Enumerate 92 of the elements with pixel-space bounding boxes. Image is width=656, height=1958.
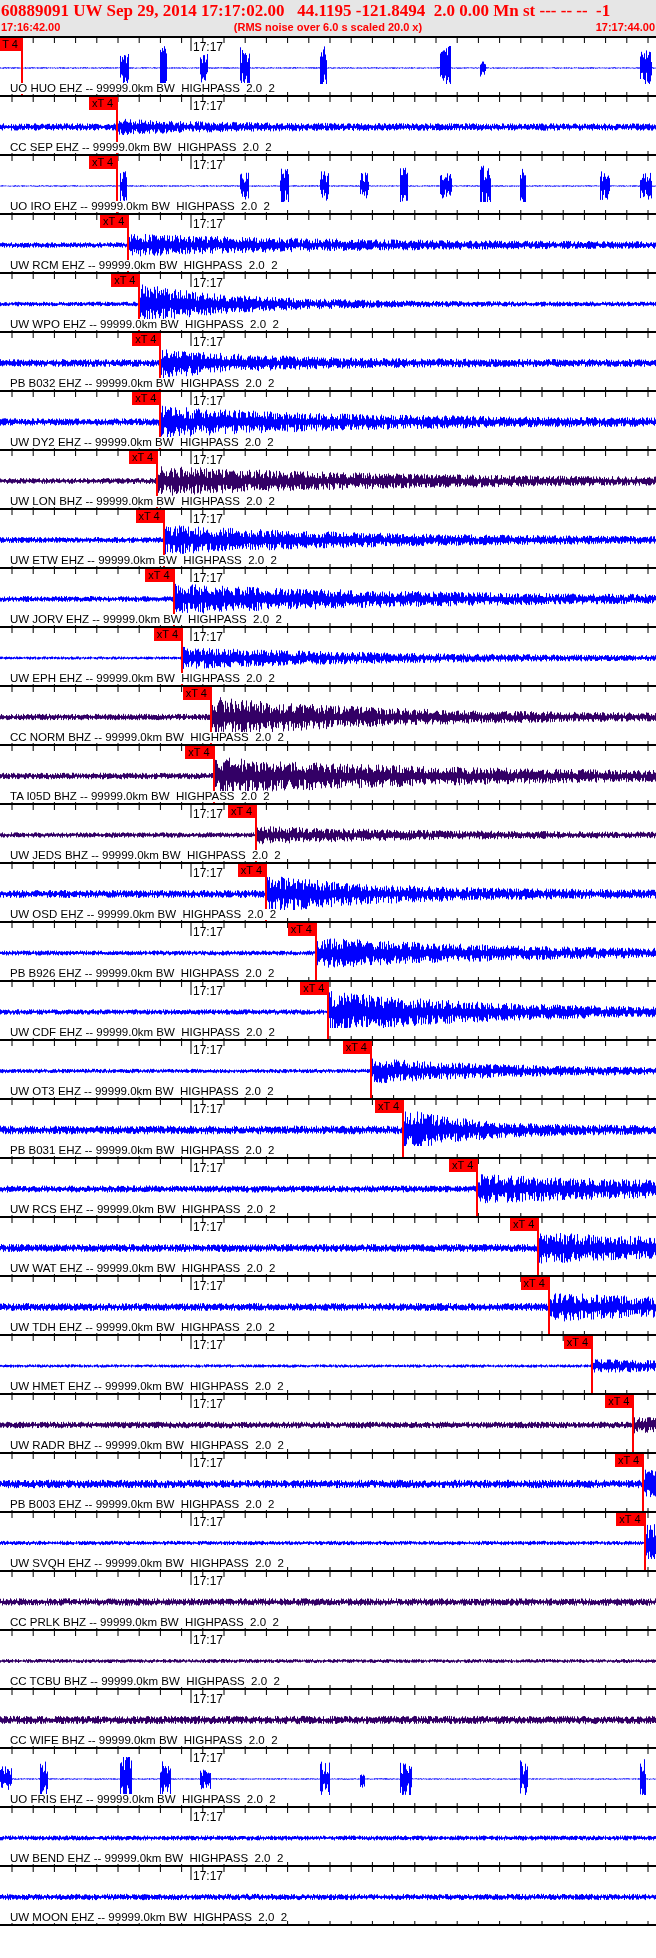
trace-label: CC TCBU BHZ -- 99999.0km BW HIGHPASS 2.0 2 bbox=[10, 1675, 280, 1687]
trace-label: UW OT3 EHZ -- 99999.0km BW HIGHPASS 2.0 2 bbox=[10, 1085, 274, 1097]
pick-label: xT 4 bbox=[520, 1277, 548, 1290]
pick-label: xT 4 bbox=[135, 510, 163, 523]
time-mark: 17:17 bbox=[193, 631, 224, 643]
pick-label: xT 4 bbox=[605, 1395, 633, 1408]
trace-label: UW RCM EHZ -- 99999.0km BW HIGHPASS 2.0 2 bbox=[10, 259, 278, 271]
pick-label: xT 4 bbox=[449, 1159, 477, 1172]
trace-label: UW JEDS BHZ -- 99999.0km BW HIGHPASS 2.0 2 bbox=[10, 849, 281, 861]
trace-label: UO IRO EHZ -- 99999.0km BW HIGHPASS 2.0 2 bbox=[10, 200, 270, 212]
time-mark: 17:17 bbox=[193, 1398, 224, 1410]
trace-label: PB B926 EHZ -- 99999.0km BW HIGHPASS 2.0 2 bbox=[10, 967, 275, 979]
scale-note: (RMS noise over 6.0 s scaled 20.0 x) bbox=[233, 21, 423, 34]
time-mark: 17:17 bbox=[193, 926, 224, 938]
pick-label: xT 4 bbox=[145, 569, 173, 582]
trace-label: PB B032 EHZ -- 99999.0km BW HIGHPASS 2.0 2 bbox=[10, 377, 275, 389]
trace-label: UW CDF EHZ -- 99999.0km BW HIGHPASS 2.0 2 bbox=[10, 1026, 275, 1038]
trace-label: CC PRLK BHZ -- 99999.0km BW HIGHPASS 2.0 2 bbox=[10, 1616, 279, 1628]
time-mark: 17:17 bbox=[193, 100, 224, 112]
time-mark: 17:17 bbox=[193, 1457, 224, 1469]
time-mark: 17:17 bbox=[193, 1575, 224, 1587]
time-mark: 17:17 bbox=[193, 1103, 224, 1115]
end-time: 17:17:44.00 bbox=[595, 21, 655, 34]
trace-label: UW EPH EHZ -- 99999.0km BW HIGHPASS 2.0 2 bbox=[10, 672, 275, 684]
time-mark: 17:17 bbox=[193, 218, 224, 230]
pick-label: xT 4 bbox=[510, 1218, 538, 1231]
pick-label: xT 4 bbox=[374, 1100, 403, 1113]
pick-label: xT 4 bbox=[111, 274, 139, 287]
trace-label: CC NORM BHZ -- 99999.0km BW HIGHPASS 2.0 2 bbox=[10, 731, 284, 743]
pick-label: xT 4 bbox=[342, 1041, 370, 1054]
trace-label: UW DY2 EHZ -- 99999.0km BW HIGHPASS 2.0 2 bbox=[10, 436, 274, 448]
time-mark: 17:17 bbox=[193, 1221, 224, 1233]
time-mark: 17:17 bbox=[193, 1280, 224, 1292]
time-mark: 17:17 bbox=[193, 1634, 224, 1646]
pick-label: T 4 bbox=[0, 38, 21, 51]
time-mark: 17:17 bbox=[193, 336, 224, 348]
pick-label: xT 4 bbox=[132, 333, 160, 346]
trace-label: TA I05D BHZ -- 99999.0km BW HIGHPASS 2.0 2 bbox=[10, 790, 270, 802]
pick-label: xT 4 bbox=[100, 215, 128, 228]
time-mark: 17:17 bbox=[193, 1339, 224, 1351]
time-mark: 17:17 bbox=[193, 1870, 224, 1882]
time-mark: 17:17 bbox=[193, 159, 224, 171]
time-mark: 17:17 bbox=[193, 41, 224, 53]
trace-label: PB B003 EHZ -- 99999.0km BW HIGHPASS 2.0 2 bbox=[10, 1498, 275, 1510]
time-mark: 17:17 bbox=[193, 277, 224, 289]
time-mark: 17:17 bbox=[193, 1752, 224, 1764]
trace-label: PB B031 EHZ -- 99999.0km BW HIGHPASS 2.0 2 bbox=[10, 1144, 275, 1156]
time-mark: 17:17 bbox=[193, 513, 224, 525]
trace-label: UW RADR BHZ -- 99999.0km BW HIGHPASS 2.0 2 bbox=[10, 1439, 284, 1451]
time-mark: 17:17 bbox=[193, 1162, 224, 1174]
pick-label: xT 4 bbox=[153, 628, 182, 641]
trace-label: CC WIFE BHZ -- 99999.0km BW HIGHPASS 2.0 2 bbox=[10, 1734, 278, 1746]
time-mark: 17:17 bbox=[193, 985, 224, 997]
time-mark: 17:17 bbox=[193, 867, 224, 879]
pick-label: xT 4 bbox=[615, 1454, 643, 1467]
trace-label: UO FRIS EHZ -- 99999.0km BW HIGHPASS 2.0 2 bbox=[10, 1793, 276, 1805]
trace-label: UW MOON EHZ -- 99999.0km BW HIGHPASS 2.0 2 bbox=[10, 1911, 288, 1923]
pick-label: xT 4 bbox=[287, 923, 315, 936]
time-mark: 17:17 bbox=[193, 454, 224, 466]
pick-label: xT 4 bbox=[616, 1513, 644, 1526]
time-mark: 17:17 bbox=[193, 1693, 224, 1705]
trace-label: UO HUO EHZ -- 99999.0km BW HIGHPASS 2.0 2 bbox=[10, 82, 275, 94]
time-mark: 17:17 bbox=[193, 395, 224, 407]
pick-label: xT 4 bbox=[228, 805, 256, 818]
trace-label: UW ETW EHZ -- 99999.0km BW HIGHPASS 2.0 2 bbox=[10, 554, 277, 566]
start-time: 17:16:42.00 bbox=[1, 21, 61, 34]
trace-label: UW OSD EHZ -- 99999.0km BW HIGHPASS 2.0 2 bbox=[10, 908, 277, 920]
trace-label: UW BEND EHZ -- 99999.0km BW HIGHPASS 2.0 2 bbox=[10, 1852, 284, 1864]
time-mark: 17:17 bbox=[193, 808, 224, 820]
trace-label: UW HMET EHZ -- 99999.0km BW HIGHPASS 2.0 2 bbox=[10, 1380, 284, 1392]
pick-label: xT 4 bbox=[88, 156, 117, 169]
pick-label: xT 4 bbox=[88, 97, 117, 110]
pick-label: xT 4 bbox=[185, 746, 213, 759]
trace-label: UW WPO EHZ -- 99999.0km BW HIGHPASS 2.0 2 bbox=[10, 318, 279, 330]
time-mark: 17:17 bbox=[193, 572, 224, 584]
trace-label: UW RCS EHZ -- 99999.0km BW HIGHPASS 2.0 2 bbox=[10, 1203, 276, 1215]
trace-label: UW LON BHZ -- 99999.0km BW HIGHPASS 2.0 2 bbox=[10, 495, 275, 507]
pick-label: xT 4 bbox=[300, 982, 328, 995]
event-title: 60889091 UW Sep 29, 2014 17:17:02.00 44.1195 -121.8494 2.0 0.00 Mn st --- -- -- -1 bbox=[1, 0, 612, 21]
pick-label: xT 4 bbox=[563, 1336, 592, 1349]
pick-label: xT 4 bbox=[128, 451, 157, 464]
trace-label: UW TDH EHZ -- 99999.0km BW HIGHPASS 2.0 2 bbox=[10, 1321, 275, 1333]
time-mark: 17:17 bbox=[193, 1044, 224, 1056]
time-mark: 17:17 bbox=[193, 1811, 224, 1823]
time-mark: 17:17 bbox=[193, 1516, 224, 1528]
pick-label: xT 4 bbox=[132, 392, 160, 405]
pick-label: xT 4 bbox=[182, 687, 210, 700]
pick-label: xT 4 bbox=[237, 864, 266, 877]
trace-label: UW SVQH EHZ -- 99999.0km BW HIGHPASS 2.0 2 bbox=[10, 1557, 284, 1569]
trace-label: CC SEP EHZ -- 99999.0km BW HIGHPASS 2.0 2 bbox=[10, 141, 272, 153]
trace-label: UW JORV EHZ -- 99999.0km BW HIGHPASS 2.0 2 bbox=[10, 613, 282, 625]
trace-label: UW WAT EHZ -- 99999.0km BW HIGHPASS 2.0 2 bbox=[10, 1262, 276, 1274]
